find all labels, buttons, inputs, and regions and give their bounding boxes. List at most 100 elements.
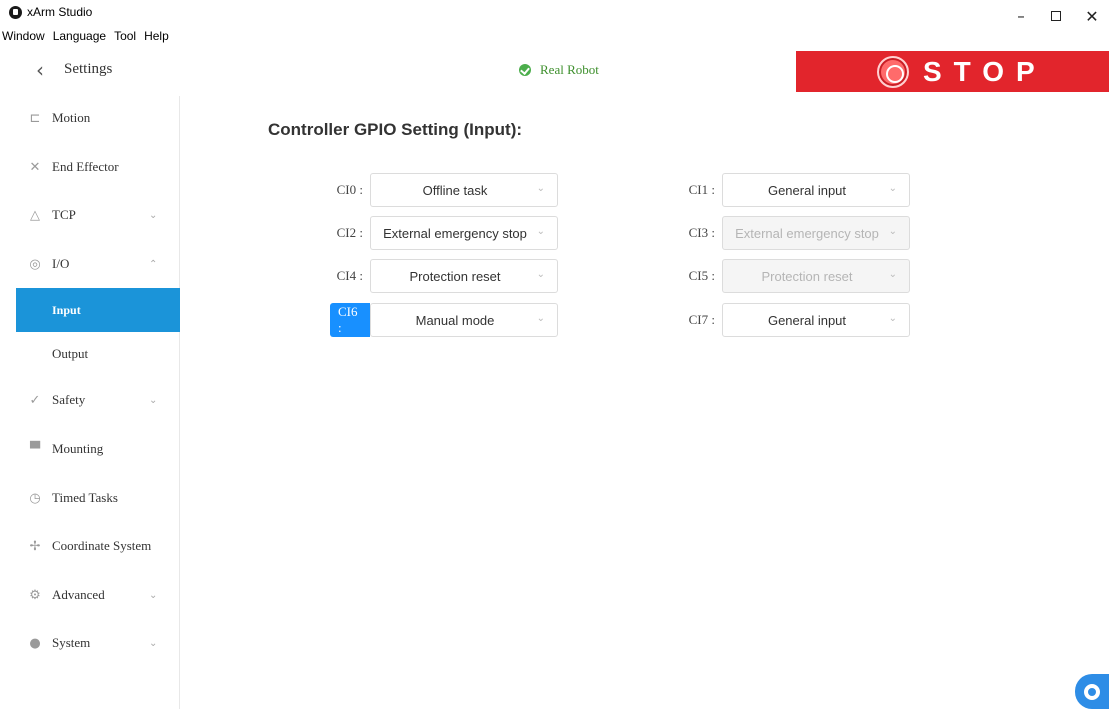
gpio-select-ci5: Protection reset ⌄ (722, 259, 910, 293)
sidebar-item-label: TCP (52, 207, 76, 222)
gpio-row-ci0: CI0 : Offline task ⌄ (330, 173, 558, 207)
menu-help[interactable]: Help (142, 29, 169, 43)
gpio-select-ci7[interactable]: General input ⌄ (722, 303, 910, 337)
sidebar-item-label: System (52, 635, 91, 650)
gpio-select-value: Protection reset (409, 268, 501, 284)
gpio-label: CI4 : (336, 268, 363, 283)
gpio-select-value: External emergency stop (735, 225, 879, 241)
gpio-select-value: General input (767, 312, 847, 328)
safety-icon: ✓ (29, 392, 41, 408)
sidebar-item-tcp[interactable]: △ TCP ⌄ (16, 193, 180, 237)
sidebar-item-label: Input (52, 302, 81, 317)
gpio-select-value: External emergency stop (383, 225, 527, 241)
gpio-row-ci6: CI6 : Manual mode ⌄ (330, 303, 558, 337)
gpio-select-ci0[interactable]: Offline task ⌄ (370, 173, 558, 207)
sidebar-item-label: Coordinate System (52, 538, 152, 553)
gpio-row-ci5: CI5 : Protection reset ⌄ (682, 259, 910, 293)
coordinate-system-icon: ✢ (29, 538, 41, 554)
robot-status: Real Robot (519, 62, 599, 78)
app-logo-icon (9, 6, 22, 19)
chevron-down-icon: ⌄ (149, 589, 158, 601)
sidebar-item-advanced[interactable]: ⚙ Advanced ⌄ (16, 573, 180, 617)
close-icon: ✕ (1085, 6, 1099, 26)
gpio-row-ci4: CI4 : Protection reset ⌄ (330, 259, 558, 293)
mounting-icon: ▀ (30, 441, 40, 457)
chevron-down-icon: ⌄ (888, 269, 897, 280)
robot-status-label: Real Robot (540, 62, 599, 77)
sidebar-item-input[interactable]: Input (16, 288, 180, 332)
sidebar-item-safety[interactable]: ✓ Safety ⌄ (16, 378, 180, 422)
motion-icon: ⊏ (29, 110, 41, 126)
close-button[interactable]: ✕ (1077, 6, 1107, 26)
gpio-row-ci3: CI3 : External emergency stop ⌄ (682, 216, 910, 250)
sidebar-item-system[interactable]: ● System ⌄ (16, 621, 180, 665)
sidebar-item-label: Safety (52, 392, 86, 407)
title-bar: xArm Studio – ✕ (0, 0, 1109, 32)
system-icon: ● (29, 635, 41, 651)
chevron-down-icon: ⌄ (149, 394, 158, 406)
maximize-button[interactable] (1041, 6, 1071, 26)
chevron-down-icon: ⌄ (888, 183, 897, 194)
menu-tool[interactable]: Tool (112, 29, 136, 43)
minimize-icon: – (1017, 7, 1025, 25)
chevron-down-icon: ⌄ (888, 226, 897, 237)
menu-bar: Window Language Tool Help (0, 29, 175, 43)
gpio-label: CI7 : (688, 312, 715, 327)
gpio-select-value: Protection reset (761, 268, 853, 284)
gpio-label: CI3 : (688, 225, 715, 240)
sidebar-item-label: Timed Tasks (52, 490, 118, 505)
gpio-label: CI6 : (330, 303, 370, 337)
gpio-select-value: General input (767, 182, 847, 198)
emergency-stop-button[interactable]: STOP (796, 51, 1109, 92)
sidebar-item-motion[interactable]: ⊏ Motion (16, 96, 180, 140)
sidebar-item-label: Motion (52, 110, 91, 125)
floating-settings-button[interactable] (1075, 674, 1109, 709)
sidebar-item-label: Output (52, 346, 89, 361)
sidebar-item-io[interactable]: ◎ I/O ⌃ (16, 242, 180, 286)
chevron-down-icon: ⌄ (888, 313, 897, 324)
minimize-button[interactable]: – (1006, 6, 1036, 26)
menu-language[interactable]: Language (51, 29, 106, 43)
gpio-select-ci1[interactable]: General input ⌄ (722, 173, 910, 207)
sidebar-item-label: Advanced (52, 587, 105, 602)
settings-sidebar: ⊏ Motion ✕ End Effector △ TCP ⌄ ◎ I/O ⌃ … (16, 96, 180, 709)
sidebar-item-mounting[interactable]: ▀ Mounting (16, 427, 180, 471)
sidebar-item-timed-tasks[interactable]: ◷ Timed Tasks (16, 476, 180, 520)
app-title: xArm Studio (27, 5, 93, 19)
check-circle-icon (519, 64, 531, 76)
gpio-row-ci1: CI1 : General input ⌄ (682, 173, 910, 207)
gpio-select-ci2[interactable]: External emergency stop ⌄ (370, 216, 558, 250)
chevron-down-icon: ⌄ (536, 313, 545, 324)
sidebar-item-end-effector[interactable]: ✕ End Effector (16, 145, 180, 189)
timed-tasks-icon: ◷ (29, 490, 41, 506)
chevron-down-icon: ⌄ (536, 269, 545, 280)
gpio-select-value: Manual mode (415, 312, 495, 328)
gear-icon (1084, 683, 1100, 700)
gpio-label: CI5 : (688, 268, 715, 283)
gpio-select-ci3: External emergency stop ⌄ (722, 216, 910, 250)
gpio-select-ci4[interactable]: Protection reset ⌄ (370, 259, 558, 293)
gpio-label: CI1 : (688, 182, 715, 197)
gpio-label: CI2 : (336, 225, 363, 240)
sidebar-item-output[interactable]: Output (16, 332, 180, 376)
gpio-row-ci7: CI7 : General input ⌄ (682, 303, 910, 337)
sidebar-item-coordinate-system[interactable]: ✢ Coordinate System (16, 524, 180, 568)
sidebar-item-label: End Effector (52, 159, 119, 174)
page-title: Controller GPIO Setting (Input): (268, 120, 523, 139)
sidebar-item-label: Mounting (52, 441, 104, 456)
stop-power-icon (877, 55, 909, 88)
advanced-icon: ⚙ (29, 587, 41, 603)
chevron-up-icon: ⌃ (149, 258, 158, 270)
gpio-label: CI0 : (336, 182, 363, 197)
stop-label: STOP (923, 55, 1047, 87)
chevron-down-icon: ⌄ (536, 226, 545, 237)
gpio-row-ci2: CI2 : External emergency stop ⌄ (330, 216, 558, 250)
gpio-select-ci6[interactable]: Manual mode ⌄ (370, 303, 558, 337)
io-icon: ◎ (29, 256, 41, 272)
page-title-settings: Settings (64, 61, 113, 77)
back-button[interactable]: ‹ (36, 58, 44, 82)
page-header: ‹ Settings Real Robot STOP (0, 44, 1109, 96)
menu-window[interactable]: Window (0, 29, 45, 43)
chevron-down-icon: ⌄ (149, 209, 158, 221)
tcp-icon: △ (30, 207, 40, 223)
